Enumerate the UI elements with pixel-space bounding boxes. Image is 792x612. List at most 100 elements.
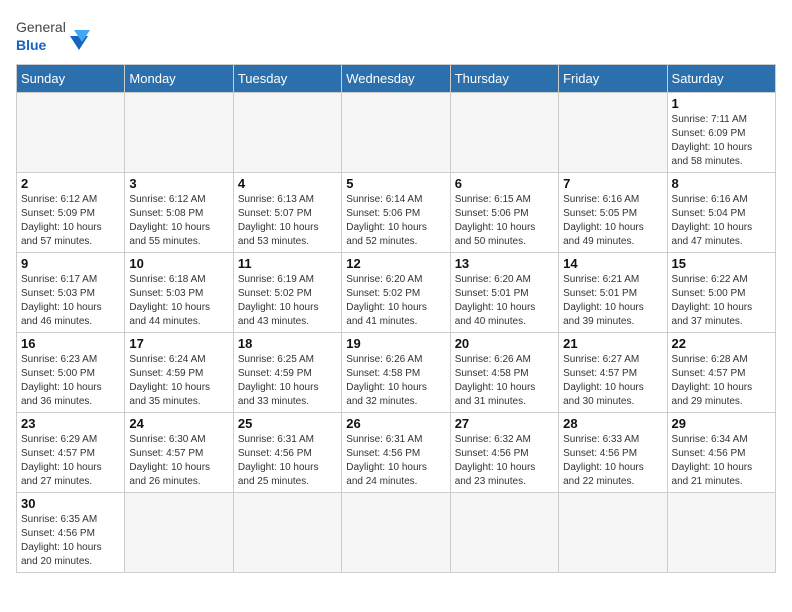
day-number: 19 bbox=[346, 336, 445, 351]
day-info: Sunrise: 6:23 AM Sunset: 5:00 PM Dayligh… bbox=[21, 353, 120, 409]
calendar-header-saturday: Saturday bbox=[667, 65, 775, 93]
day-number: 2 bbox=[21, 176, 120, 191]
day-number: 18 bbox=[238, 336, 337, 351]
calendar-cell: 27Sunrise: 6:32 AM Sunset: 4:56 PM Dayli… bbox=[450, 413, 558, 493]
day-info: Sunrise: 6:34 AM Sunset: 4:56 PM Dayligh… bbox=[672, 433, 771, 489]
calendar-cell: 6 Sunrise: 6:15 AM Sunset: 5:06 PM Daylig… bbox=[450, 173, 558, 253]
day-info: Sunrise: 6:15 AM Sunset: 5:06 PM Dayligh… bbox=[455, 193, 554, 249]
svg-text:Blue: Blue bbox=[16, 37, 47, 53]
calendar-cell: 20Sunrise: 6:26 AM Sunset: 4:58 PM Dayli… bbox=[450, 333, 558, 413]
calendar-cell: 16Sunrise: 6:23 AM Sunset: 5:00 PM Dayli… bbox=[17, 333, 125, 413]
calendar-cell: 7Sunrise: 6:16 AM Sunset: 5:05 PM Daylig… bbox=[559, 173, 667, 253]
day-info: Sunrise: 6:12 AM Sunset: 5:09 PM Dayligh… bbox=[21, 193, 120, 249]
generalblue-logo: General Blue bbox=[16, 16, 96, 56]
day-info: Sunrise: 6:18 AM Sunset: 5:03 PM Dayligh… bbox=[129, 273, 228, 329]
page-header: General Blue bbox=[16, 16, 776, 56]
day-info: Sunrise: 6:14 AM Sunset: 5:06 PM Dayligh… bbox=[346, 193, 445, 249]
calendar-cell: 19 Sunrise: 6:26 AM Sunset: 4:58 PM Dayli… bbox=[342, 333, 450, 413]
calendar-cell: 21Sunrise: 6:27 AM Sunset: 4:57 PM Dayli… bbox=[559, 333, 667, 413]
calendar-cell bbox=[233, 493, 341, 573]
calendar-cell: 29 Sunrise: 6:34 AM Sunset: 4:56 PM Dayli… bbox=[667, 413, 775, 493]
calendar-cell: 3Sunrise: 6:12 AM Sunset: 5:08 PM Daylig… bbox=[125, 173, 233, 253]
calendar-cell bbox=[667, 493, 775, 573]
day-info: Sunrise: 6:22 AM Sunset: 5:00 PM Dayligh… bbox=[672, 273, 771, 329]
calendar-cell: 24 Sunrise: 6:30 AM Sunset: 4:57 PM Dayli… bbox=[125, 413, 233, 493]
calendar-cell: 9 Sunrise: 6:17 AM Sunset: 5:03 PM Daylig… bbox=[17, 253, 125, 333]
day-number: 5 bbox=[346, 176, 445, 191]
calendar-cell bbox=[342, 493, 450, 573]
calendar-cell: 28 Sunrise: 6:33 AM Sunset: 4:56 PM Dayli… bbox=[559, 413, 667, 493]
calendar-week-row: 1Sunrise: 7:11 AM Sunset: 6:09 PM Daylig… bbox=[17, 93, 776, 173]
day-info: Sunrise: 6:21 AM Sunset: 5:01 PM Dayligh… bbox=[563, 273, 662, 329]
day-number: 3 bbox=[129, 176, 228, 191]
day-info: Sunrise: 6:17 AM Sunset: 5:03 PM Dayligh… bbox=[21, 273, 120, 329]
calendar-week-row: 9 Sunrise: 6:17 AM Sunset: 5:03 PM Daylig… bbox=[17, 253, 776, 333]
calendar-cell: 11 Sunrise: 6:19 AM Sunset: 5:02 PM Dayli… bbox=[233, 253, 341, 333]
day-info: Sunrise: 6:16 AM Sunset: 5:04 PM Dayligh… bbox=[672, 193, 771, 249]
day-info: Sunrise: 6:20 AM Sunset: 5:01 PM Dayligh… bbox=[455, 273, 554, 329]
day-info: Sunrise: 6:31 AM Sunset: 4:56 PM Dayligh… bbox=[346, 433, 445, 489]
day-number: 17 bbox=[129, 336, 228, 351]
calendar-header-row: SundayMondayTuesdayWednesdayThursdayFrid… bbox=[17, 65, 776, 93]
calendar-cell: 10 Sunrise: 6:18 AM Sunset: 5:03 PM Dayli… bbox=[125, 253, 233, 333]
day-number: 30 bbox=[21, 496, 120, 511]
calendar-cell: 12Sunrise: 6:20 AM Sunset: 5:02 PM Dayli… bbox=[342, 253, 450, 333]
day-info: Sunrise: 6:26 AM Sunset: 4:58 PM Dayligh… bbox=[346, 353, 445, 409]
day-number: 25 bbox=[238, 416, 337, 431]
day-number: 12 bbox=[346, 256, 445, 271]
calendar-cell: 2 Sunrise: 6:12 AM Sunset: 5:09 PM Daylig… bbox=[17, 173, 125, 253]
day-number: 4 bbox=[238, 176, 337, 191]
calendar-cell: 30 Sunrise: 6:35 AM Sunset: 4:56 PM Dayli… bbox=[17, 493, 125, 573]
calendar-cell: 4 Sunrise: 6:13 AM Sunset: 5:07 PM Daylig… bbox=[233, 173, 341, 253]
calendar-week-row: 30 Sunrise: 6:35 AM Sunset: 4:56 PM Dayli… bbox=[17, 493, 776, 573]
day-number: 29 bbox=[672, 416, 771, 431]
day-info: Sunrise: 6:25 AM Sunset: 4:59 PM Dayligh… bbox=[238, 353, 337, 409]
day-info: Sunrise: 6:27 AM Sunset: 4:57 PM Dayligh… bbox=[563, 353, 662, 409]
day-number: 14 bbox=[563, 256, 662, 271]
day-info: Sunrise: 6:24 AM Sunset: 4:59 PM Dayligh… bbox=[129, 353, 228, 409]
svg-text:General: General bbox=[16, 19, 66, 35]
calendar-cell: 1Sunrise: 7:11 AM Sunset: 6:09 PM Daylig… bbox=[667, 93, 775, 173]
day-number: 23 bbox=[21, 416, 120, 431]
day-info: Sunrise: 6:33 AM Sunset: 4:56 PM Dayligh… bbox=[563, 433, 662, 489]
calendar-cell: 23 Sunrise: 6:29 AM Sunset: 4:57 PM Dayli… bbox=[17, 413, 125, 493]
day-number: 27 bbox=[455, 416, 554, 431]
day-info: Sunrise: 6:31 AM Sunset: 4:56 PM Dayligh… bbox=[238, 433, 337, 489]
calendar-cell bbox=[559, 493, 667, 573]
calendar-cell: 8 Sunrise: 6:16 AM Sunset: 5:04 PM Daylig… bbox=[667, 173, 775, 253]
calendar-week-row: 2 Sunrise: 6:12 AM Sunset: 5:09 PM Daylig… bbox=[17, 173, 776, 253]
calendar-header-wednesday: Wednesday bbox=[342, 65, 450, 93]
day-number: 11 bbox=[238, 256, 337, 271]
calendar-cell bbox=[342, 93, 450, 173]
calendar-week-row: 23 Sunrise: 6:29 AM Sunset: 4:57 PM Dayli… bbox=[17, 413, 776, 493]
calendar-cell: 5 Sunrise: 6:14 AM Sunset: 5:06 PM Daylig… bbox=[342, 173, 450, 253]
calendar-header-thursday: Thursday bbox=[450, 65, 558, 93]
calendar-header-friday: Friday bbox=[559, 65, 667, 93]
calendar-cell bbox=[125, 493, 233, 573]
calendar-cell bbox=[233, 93, 341, 173]
day-info: Sunrise: 6:19 AM Sunset: 5:02 PM Dayligh… bbox=[238, 273, 337, 329]
day-info: Sunrise: 6:30 AM Sunset: 4:57 PM Dayligh… bbox=[129, 433, 228, 489]
calendar-cell: 13 Sunrise: 6:20 AM Sunset: 5:01 PM Dayli… bbox=[450, 253, 558, 333]
day-info: Sunrise: 6:35 AM Sunset: 4:56 PM Dayligh… bbox=[21, 513, 120, 569]
calendar-header-tuesday: Tuesday bbox=[233, 65, 341, 93]
day-info: Sunrise: 6:13 AM Sunset: 5:07 PM Dayligh… bbox=[238, 193, 337, 249]
logo: General Blue bbox=[16, 16, 96, 56]
calendar-cell bbox=[450, 93, 558, 173]
day-number: 6 bbox=[455, 176, 554, 191]
day-number: 8 bbox=[672, 176, 771, 191]
day-info: Sunrise: 7:11 AM Sunset: 6:09 PM Dayligh… bbox=[672, 113, 771, 169]
calendar-cell bbox=[125, 93, 233, 173]
day-number: 28 bbox=[563, 416, 662, 431]
day-number: 24 bbox=[129, 416, 228, 431]
day-number: 9 bbox=[21, 256, 120, 271]
calendar-cell: 18 Sunrise: 6:25 AM Sunset: 4:59 PM Dayli… bbox=[233, 333, 341, 413]
day-number: 10 bbox=[129, 256, 228, 271]
calendar-header-sunday: Sunday bbox=[17, 65, 125, 93]
day-info: Sunrise: 6:29 AM Sunset: 4:57 PM Dayligh… bbox=[21, 433, 120, 489]
calendar-table: SundayMondayTuesdayWednesdayThursdayFrid… bbox=[16, 64, 776, 573]
calendar-cell bbox=[17, 93, 125, 173]
calendar-cell: 14 Sunrise: 6:21 AM Sunset: 5:01 PM Dayli… bbox=[559, 253, 667, 333]
day-number: 7 bbox=[563, 176, 662, 191]
day-number: 13 bbox=[455, 256, 554, 271]
